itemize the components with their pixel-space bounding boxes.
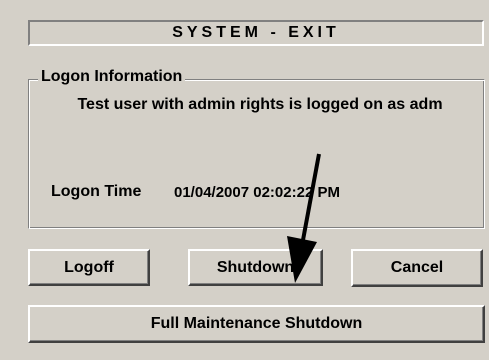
logon-message: Test user with admin rights is logged on… — [77, 96, 443, 113]
logon-information-label: Logon Information — [38, 67, 186, 87]
logon-time-label: Logon Time — [51, 183, 142, 200]
logoff-button[interactable]: Logoff — [28, 249, 150, 286]
logon-time-value: 01/04/2007 02:02:22 PM — [174, 184, 340, 201]
system-exit-dialog: SYSTEM - EXIT Logon Information Test use… — [0, 0, 489, 360]
shutdown-button[interactable]: Shutdown — [188, 249, 323, 286]
full-maintenance-shutdown-button[interactable]: Full Maintenance Shutdown — [28, 305, 485, 343]
dialog-title-bar: SYSTEM - EXIT — [28, 20, 484, 46]
cancel-button[interactable]: Cancel — [351, 249, 483, 287]
dialog-title: SYSTEM - EXIT — [172, 24, 340, 41]
